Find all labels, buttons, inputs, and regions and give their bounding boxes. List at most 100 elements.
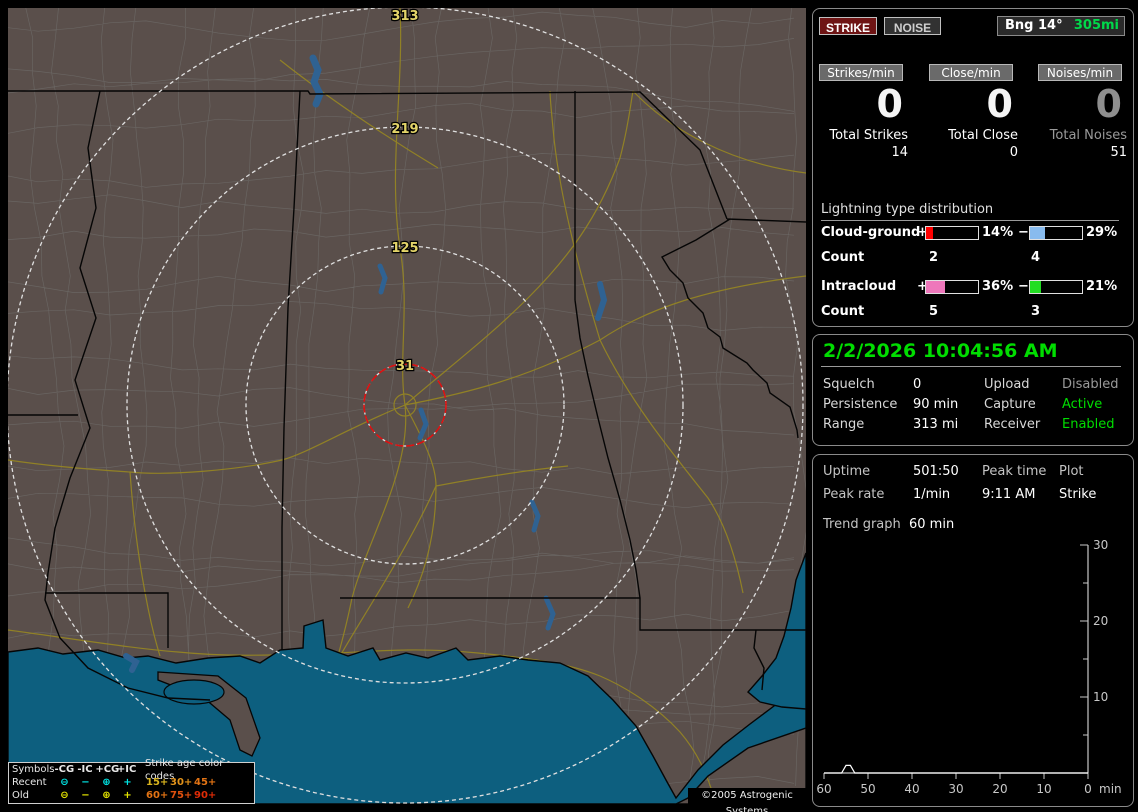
status-panel: 2/2/2026 10:04:56 AM Squelch 0 Upload Di… [812,334,1134,446]
strikes-per-min-value: 0 [876,82,903,126]
count-label: Count [821,250,865,265]
legend-symbols-header: Symbols [12,764,55,775]
neg-cg-recent-icon: ⊖ [60,777,69,788]
uptime-value: 501:50 [913,464,959,479]
ic-minus-bar [1029,280,1083,294]
upload-status: Disabled [1062,377,1119,392]
intracloud-row: Intracloud + 36% − 21% [813,279,1133,295]
pos-cg-old-icon: ⊕ [102,790,111,801]
legend-old-row: Old ⊖ − ⊕ + 60+ 75+ 90+ [9,789,254,802]
axis-tick-label: 0 [1084,782,1092,796]
neg-cg-old-icon: ⊖ [60,790,69,801]
strike-legend: Symbols -CG -IC +CG +IC Strike age color… [8,758,255,804]
peak-time-label: Peak time [982,464,1047,479]
total-noises-label: Total Noises [1049,128,1127,143]
axis-tick-label: 60 [816,782,831,796]
cg-minus-count: 4 [1031,250,1041,265]
total-strikes-value: 14 [891,145,908,160]
legend-old-label: Old [12,790,29,801]
receiver-status: Enabled [1062,417,1115,432]
ic-plus-percent: 36% [982,279,1014,294]
strikes-per-min-button[interactable]: Strikes/min [819,64,903,81]
app-window: 313 219 125 31 Symbols -CG -IC +CG +IC Stri… [0,0,1138,812]
legend-header-row: Symbols -CG -IC +CG +IC Strike age color… [9,758,254,782]
ic-plus-bar [925,280,979,294]
total-noises-value: 51 [1110,145,1127,160]
axis-tick-label: 20 [992,782,1007,796]
persistence-value: 90 min [913,397,959,412]
distribution-divider [821,220,1119,221]
axis-tick-label: 10 [1036,782,1051,796]
age-90: 90+ [194,790,217,801]
ic-minus-count: 3 [1031,304,1041,319]
trend-graph-row: Trend graph 60 min [813,517,1133,535]
map-canvas[interactable]: 313 219 125 31 [8,8,806,804]
cg-plus-percent: 14% [982,225,1014,240]
axis-tick-label: 10 [1093,690,1108,704]
intracloud-label: Intracloud [821,279,897,294]
close-per-min-value: 0 [986,82,1013,126]
strikes-column: Strikes/min 0 Total Strikes 14 [819,64,909,174]
noises-per-min-button[interactable]: Noises/min [1038,64,1122,81]
uptime-row: Uptime 501:50 Peak time Plot [813,464,1133,482]
peak-rate-value: 1/min [913,487,951,502]
distribution-title: Lightning type distribution [821,202,994,217]
noises-per-min-value: 0 [1095,82,1122,126]
strike-toggle-button[interactable]: STRIKE [819,17,877,35]
total-strikes-label: Total Strikes [829,128,908,143]
strike-trend-series [824,764,1088,774]
pos-ic-old-icon: + [123,790,132,801]
legend-recent-row: Recent ⊖ − ⊕ + 15+ 30+ 45+ [9,776,254,789]
cloud-ground-label: Cloud-ground [821,225,921,240]
pos-cg-recent-icon: ⊕ [102,777,111,788]
age-60: 60+ [146,790,169,801]
lightning-map[interactable]: 313 219 125 31 Symbols -CG -IC +CG +IC Stri… [8,8,806,812]
copyright-text: ©2005 Astrogenic Systems [688,788,806,812]
peak-time-value: 9:11 AM [982,487,1036,502]
range-value: 313 mi [913,417,959,432]
age-30: 30+ [170,777,193,788]
cg-minus-percent: 29% [1086,225,1118,240]
legend-recent-label: Recent [12,777,47,788]
ring-label-313: 313 [391,9,418,24]
trend-graph-label: Trend graph [823,517,901,532]
legend-col-neg-cg: -CG [54,764,75,775]
neg-ic-old-icon: − [81,790,90,801]
bearing-value: Bng 14° [1005,18,1063,33]
close-per-min-button[interactable]: Close/min [929,64,1013,81]
strike-counters-panel: STRIKE NOISE Bng 14° 305mi Strikes/min 0… [812,8,1134,327]
datetime-divider [821,366,1121,367]
neg-ic-recent-icon: − [81,777,90,788]
total-close-label: Total Close [948,128,1018,143]
upload-label: Upload [984,377,1030,392]
squelch-value: 0 [913,377,922,392]
total-close-value: 0 [1009,145,1018,160]
noises-column: Noises/min 0 Total Noises 51 [1038,64,1128,174]
noise-toggle-button[interactable]: NOISE [884,17,941,35]
minus-sign: − [1018,279,1029,294]
capture-label: Capture [984,397,1036,412]
age-75: 75+ [170,790,193,801]
axis-tick-label: 30 [1093,538,1108,552]
ring-label-219: 219 [391,122,418,137]
trend-window-value: 60 min [909,517,955,532]
axis-tick-label: 50 [860,782,875,796]
bearing-distance-readout: Bng 14° 305mi [997,16,1125,36]
trend-graph: 60 50 40 30 20 10 0 min 30 20 10 [816,538,1121,796]
age-45: 45+ [194,777,217,788]
close-column: Close/min 0 Total Close 0 [929,64,1019,174]
legend-col-pos-ic: +IC [116,764,137,775]
legend-col-neg-ic: -IC [77,764,93,775]
uptime-label: Uptime [823,464,871,479]
plot-label: Plot [1059,464,1084,479]
peak-rate-row: Peak rate 1/min 9:11 AM Strike [813,487,1133,505]
cg-plus-count: 2 [929,250,939,265]
ic-plus-count: 5 [929,304,939,319]
count-label: Count [821,304,865,319]
ic-minus-percent: 21% [1086,279,1118,294]
axis-tick-label: 20 [1093,614,1108,628]
legend-col-pos-cg: +CG [95,764,120,775]
ring-label-31: 31 [396,359,414,374]
cg-plus-bar [925,226,979,240]
squelch-label: Squelch [823,377,875,392]
